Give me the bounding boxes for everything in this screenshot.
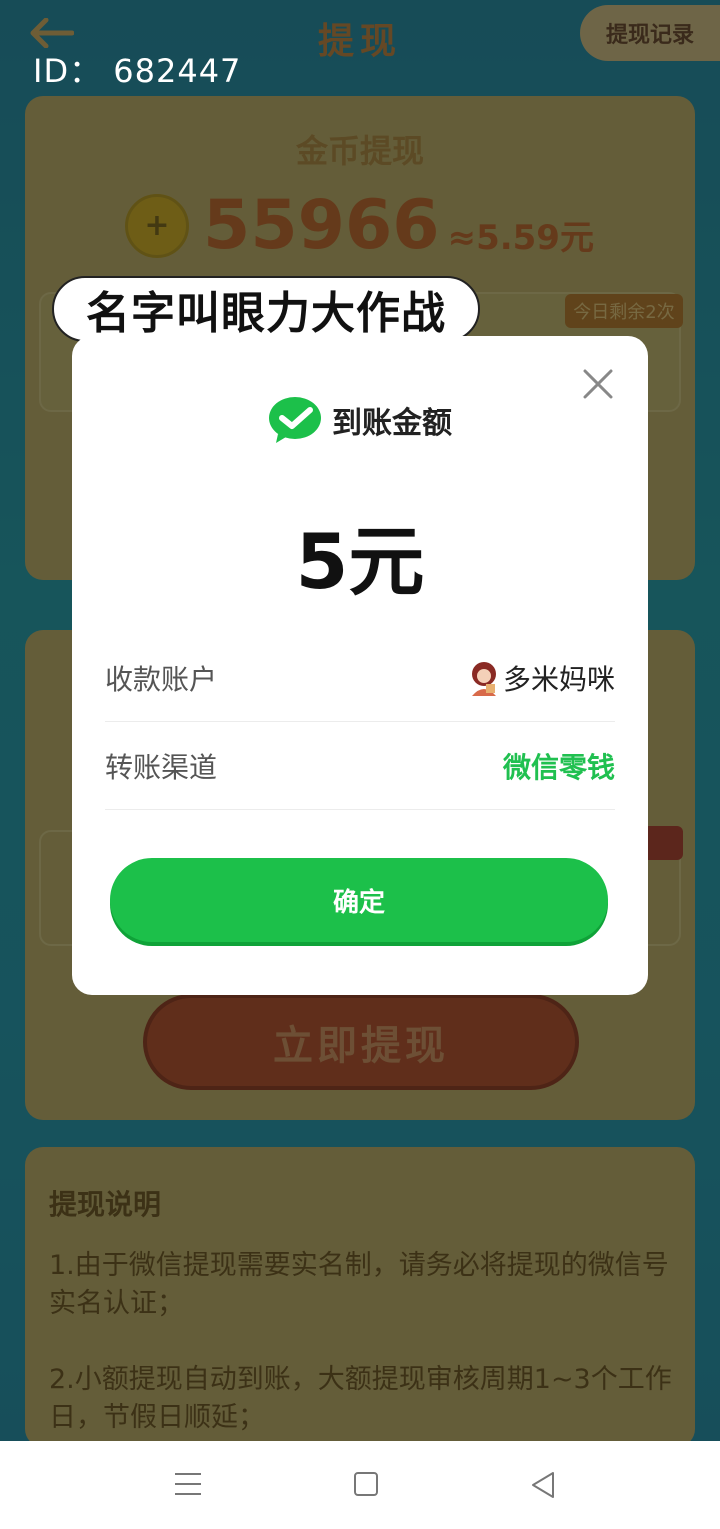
wechat-check-icon: [269, 397, 321, 443]
withdraw-success-dialog: 到账金额 5元 收款账户 多米妈咪 转账渠道 微信零钱 确定: [72, 336, 648, 995]
payee-name: 多米妈咪: [502, 662, 615, 696]
home-icon[interactable]: [354, 1472, 378, 1496]
confirm-button[interactable]: 确定: [110, 858, 608, 942]
payee-account-row: 收款账户 多米妈咪: [105, 634, 615, 722]
payee-account-value: 多米妈咪: [469, 658, 615, 698]
back-triangle-icon[interactable]: [530, 1471, 556, 1499]
user-id-label: ID： 682447: [33, 52, 242, 90]
dialog-header: 到账金额: [72, 396, 648, 444]
menu-icon[interactable]: [174, 1471, 202, 1497]
system-nav-bar: [0, 1441, 720, 1529]
payee-account-label: 收款账户: [105, 662, 218, 696]
transfer-channel-row: 转账渠道 微信零钱: [105, 722, 615, 810]
transfer-channel-label: 转账渠道: [105, 750, 218, 784]
received-amount: 5元: [295, 517, 425, 606]
dialog-heading: 到账金额: [332, 406, 452, 441]
transfer-channel-value: 微信零钱: [502, 750, 615, 784]
avatar-icon: [471, 661, 496, 696]
speech-bubble: 名字叫眼力大作战: [52, 276, 480, 342]
